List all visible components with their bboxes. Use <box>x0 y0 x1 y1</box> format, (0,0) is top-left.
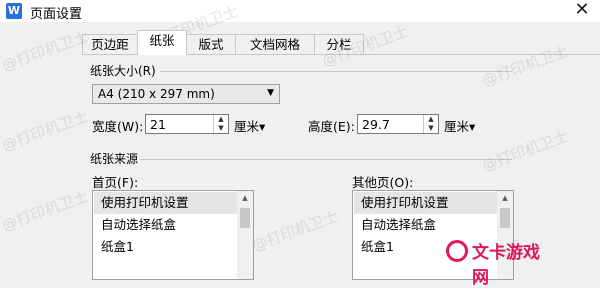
list-item[interactable]: 纸盒1 <box>94 236 237 258</box>
first-page-listbox[interactable]: 使用打印机设置 自动选择纸盒 纸盒1 ▲ <box>92 190 254 280</box>
height-label: 高度(E): <box>308 119 355 134</box>
height-decrement-icon[interactable]: ▼ <box>424 124 438 133</box>
scrollbar-thumb[interactable] <box>500 208 510 228</box>
height-field[interactable]: 29.7 ▲ ▼ <box>357 114 439 134</box>
paper-size-divider <box>160 71 512 72</box>
width-unit-dropdown[interactable]: 厘米▾ <box>234 116 265 135</box>
paper-source-divider <box>140 159 512 160</box>
tab-paper[interactable]: 纸张 <box>137 30 187 55</box>
brand-name: 文卡游戏网 <box>472 243 540 288</box>
width-label: 宽度(W): <box>92 119 144 134</box>
title-bar: W 页面设置 ✕ <box>0 0 600 22</box>
tab-document-grid[interactable]: 文档网格 <box>235 34 315 55</box>
width-field[interactable]: 21 ▲ ▼ <box>145 114 229 134</box>
scroll-up-icon[interactable]: ▲ <box>497 191 513 205</box>
scroll-up-icon[interactable]: ▲ <box>237 191 253 205</box>
height-increment-icon[interactable]: ▲ <box>424 115 438 124</box>
width-value: 21 <box>150 117 166 132</box>
height-value: 29.7 <box>362 117 390 132</box>
paper-size-dropdown[interactable]: A4 (210 x 297 mm) ▼ <box>92 84 280 104</box>
window-title: 页面设置 <box>30 7 83 22</box>
other-pages-label: 其他页(O): <box>352 175 414 190</box>
list-item[interactable]: 使用打印机设置 <box>354 192 497 214</box>
width-decrement-icon[interactable]: ▼ <box>214 124 228 133</box>
list-item[interactable]: 自动选择纸盒 <box>354 214 497 236</box>
brand-watermark: 文卡游戏网 <box>446 238 556 288</box>
list-item[interactable]: 使用打印机设置 <box>94 192 237 214</box>
first-page-label: 首页(F): <box>92 175 139 190</box>
height-unit-dropdown[interactable]: 厘米▾ <box>444 116 475 135</box>
paper-size-value: A4 (210 x 297 mm) <box>98 87 215 101</box>
width-increment-icon[interactable]: ▲ <box>214 115 228 124</box>
paper-size-section-title: 纸张大小(R) <box>90 64 156 78</box>
wps-writer-icon: W <box>6 3 22 19</box>
scrollbar-thumb[interactable] <box>240 208 250 228</box>
close-button[interactable]: ✕ <box>564 0 600 22</box>
brand-logo-icon <box>446 240 468 262</box>
paper-source-section-title: 纸张来源 <box>90 152 139 166</box>
chevron-down-icon: ▼ <box>267 88 274 98</box>
list-item[interactable]: 自动选择纸盒 <box>94 214 237 236</box>
